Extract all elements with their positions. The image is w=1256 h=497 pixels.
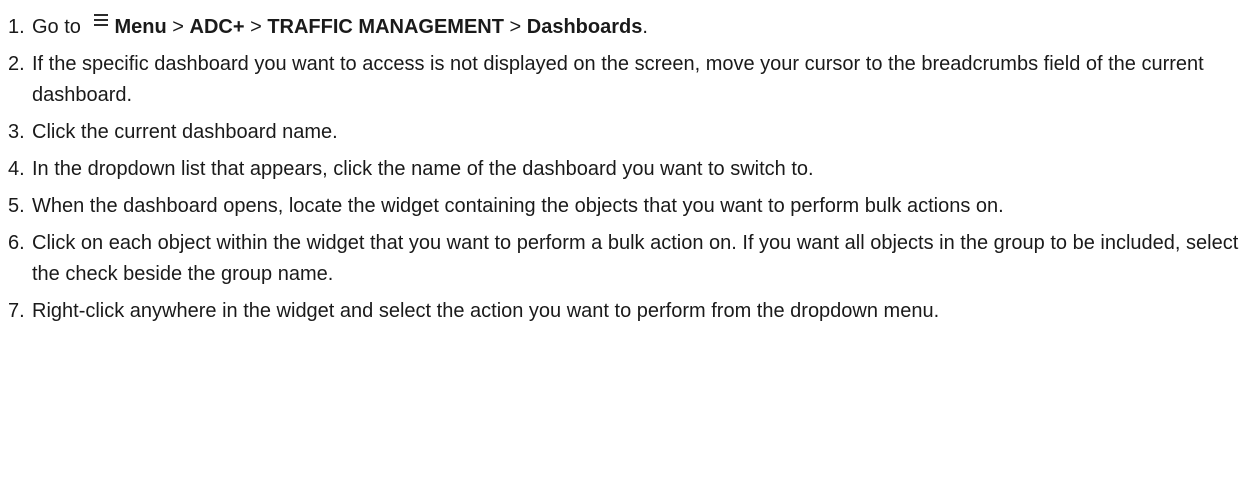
menu-path-traffic-management: TRAFFIC MANAGEMENT xyxy=(267,16,504,38)
step-number: 1. xyxy=(8,16,25,38)
step-text: Click on each object within the widget t… xyxy=(32,232,1239,285)
step-6: 6. Click on each object within the widge… xyxy=(8,228,1240,290)
step-7: 7. Right-click anywhere in the widget an… xyxy=(8,296,1240,327)
step-2: 2. If the specific dashboard you want to… xyxy=(8,49,1240,111)
step-number: 5. xyxy=(8,195,25,217)
step-number: 2. xyxy=(8,53,25,75)
path-separator: > xyxy=(244,16,268,38)
step-number: 7. xyxy=(8,300,25,322)
step-text: If the specific dashboard you want to ac… xyxy=(32,53,1204,106)
step-1: 1. Go to Menu > ADC+ > TRAFFIC MANAGEMEN… xyxy=(8,12,1240,43)
step-text: Click the current dashboard name. xyxy=(32,121,338,143)
step-number: 4. xyxy=(8,158,25,180)
path-period: . xyxy=(642,16,648,38)
path-separator: > xyxy=(503,16,527,38)
step-text: In the dropdown list that appears, click… xyxy=(32,158,814,180)
menu-icon xyxy=(94,14,109,30)
menu-path-adc: ADC+ xyxy=(189,16,245,38)
step-number: 3. xyxy=(8,121,25,143)
step-text: Right-click anywhere in the widget and s… xyxy=(32,300,940,322)
step-5: 5. When the dashboard opens, locate the … xyxy=(8,191,1240,222)
step-number: 6. xyxy=(8,232,25,254)
menu-path-menu: Menu xyxy=(114,16,167,38)
step-3: 3. Click the current dashboard name. xyxy=(8,117,1240,148)
menu-path-dashboards: Dashboards xyxy=(526,16,643,38)
step-4: 4. In the dropdown list that appears, cl… xyxy=(8,154,1240,185)
instruction-steps: 1. Go to Menu > ADC+ > TRAFFIC MANAGEMEN… xyxy=(0,0,1256,327)
path-separator: > xyxy=(166,16,190,38)
step-1-prefix: Go to xyxy=(32,16,81,38)
step-text: When the dashboard opens, locate the wid… xyxy=(32,195,1004,217)
